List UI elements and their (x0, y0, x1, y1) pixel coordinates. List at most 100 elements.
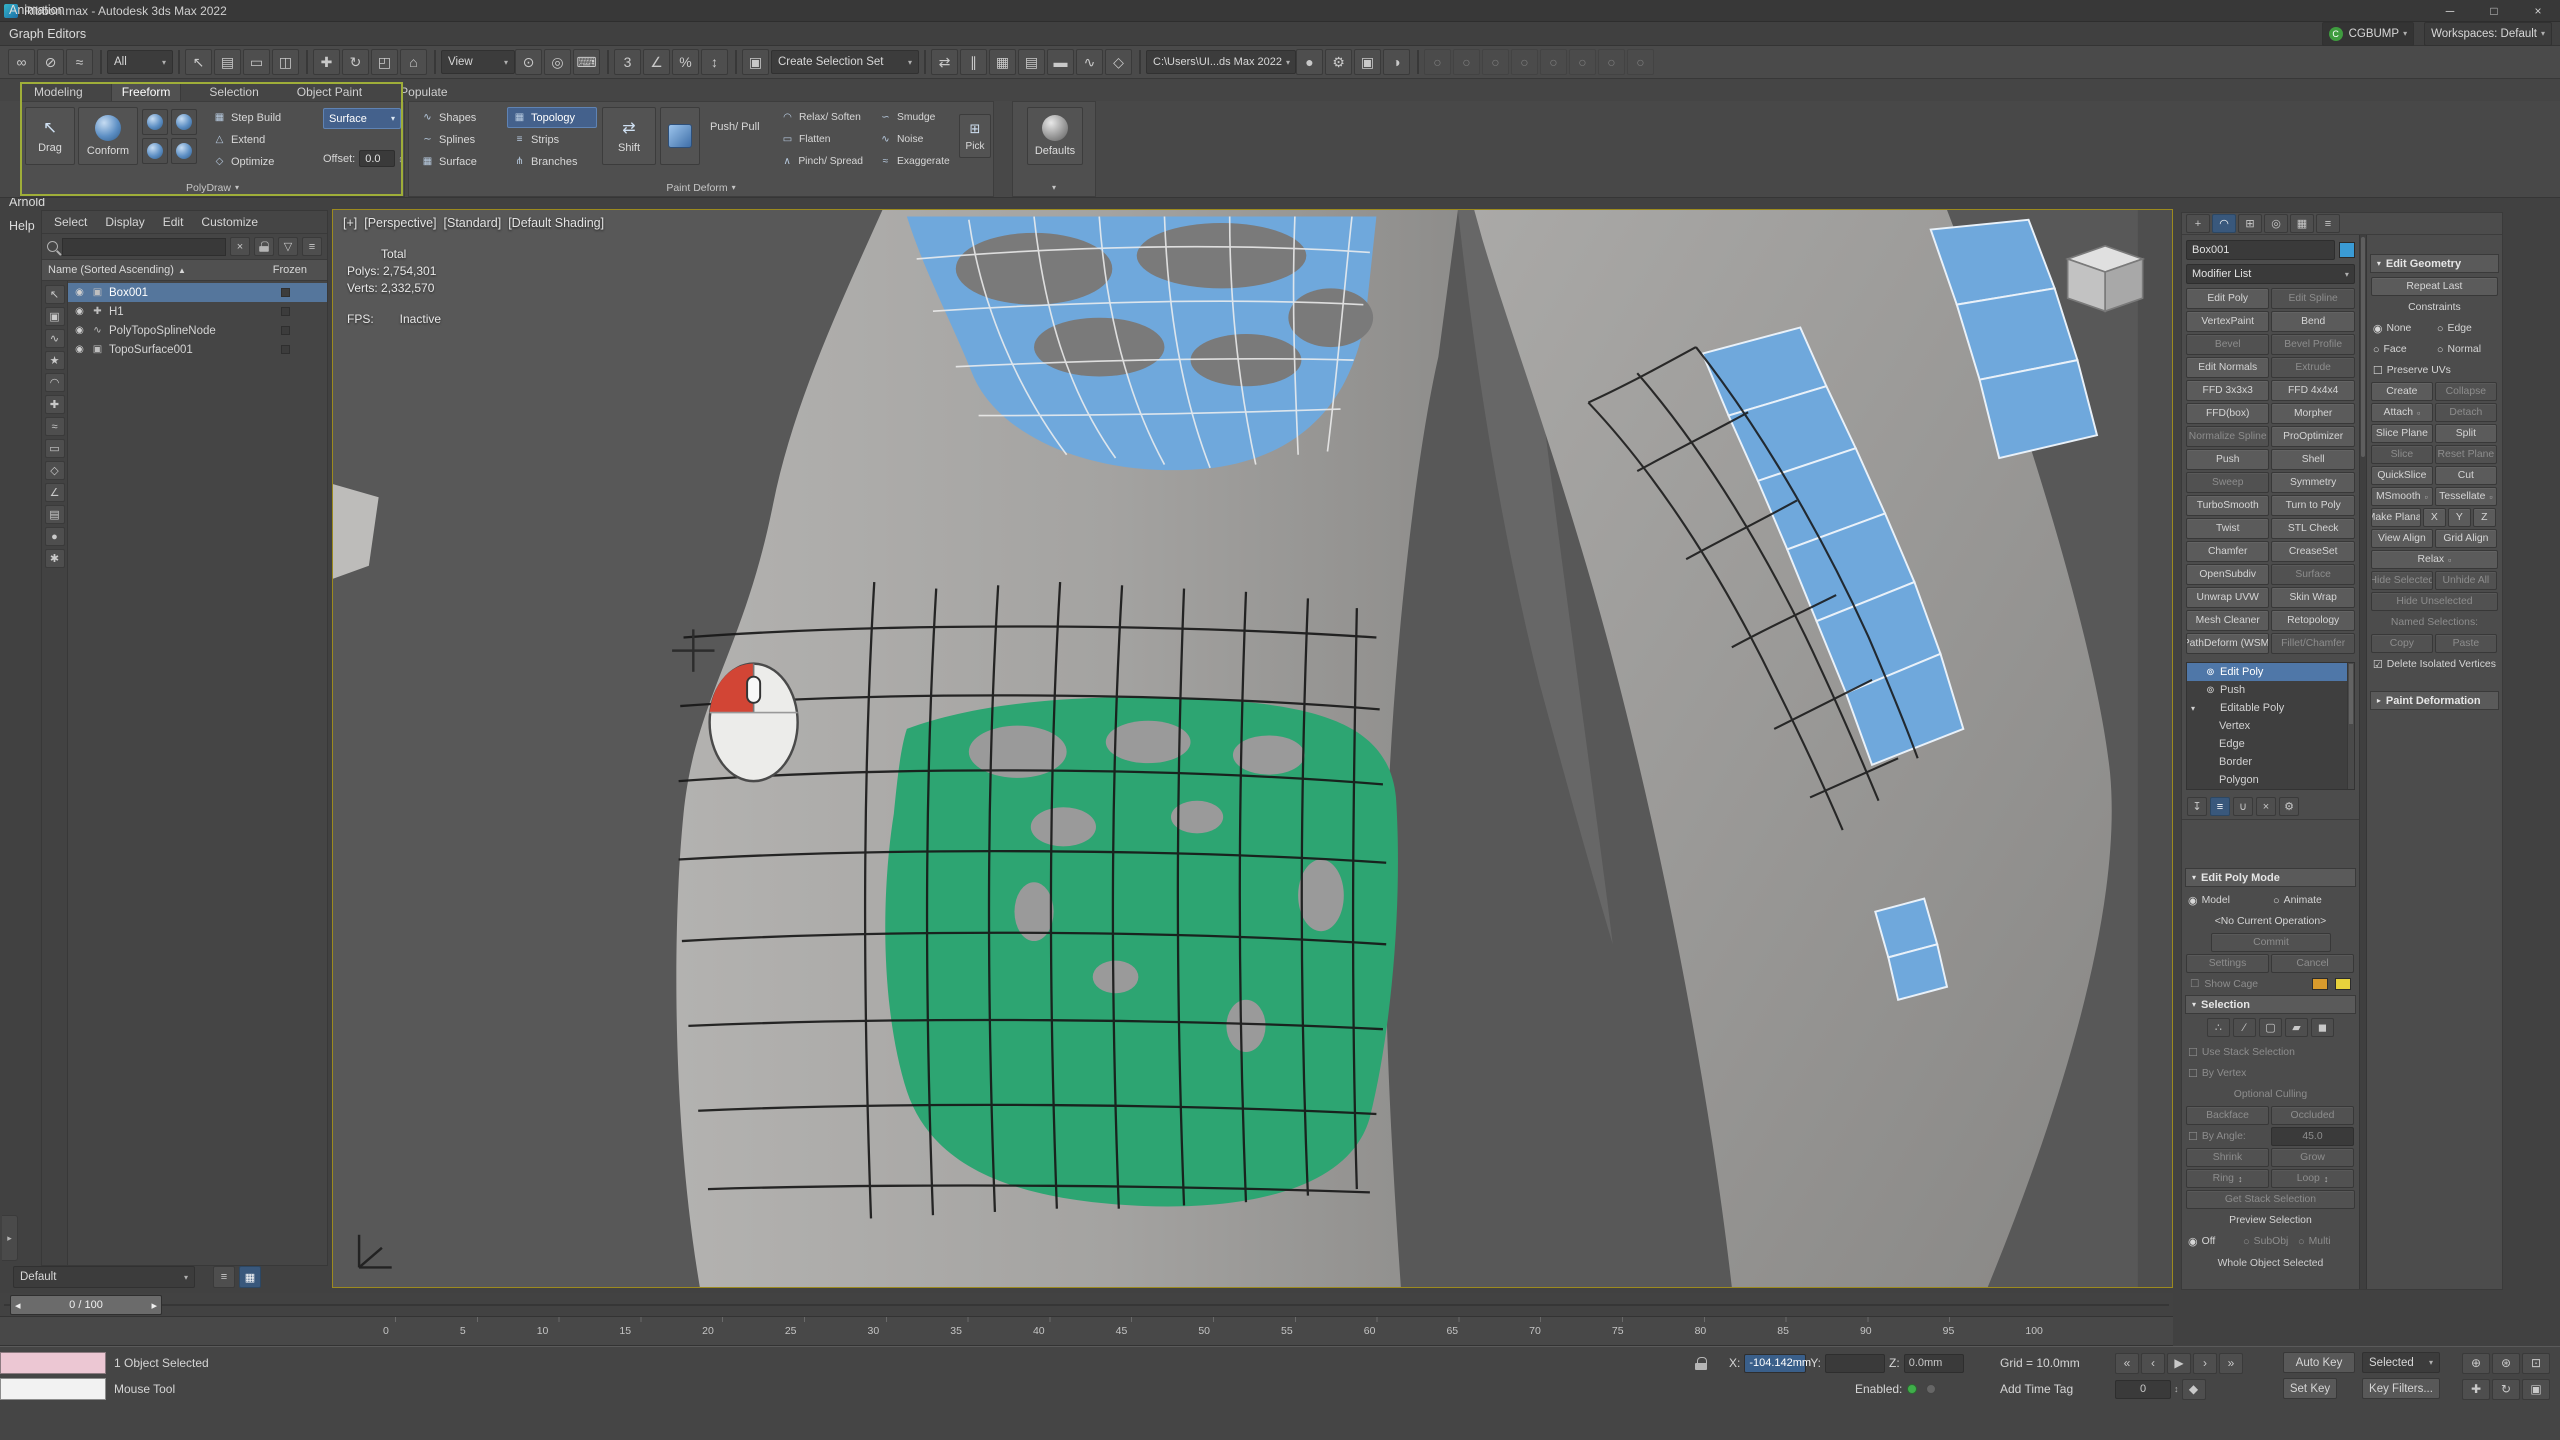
inactive-tool-icon[interactable]: ○ (1482, 49, 1509, 75)
scene-explorer-shortcut-icon[interactable]: ▦ (239, 1266, 261, 1288)
optimize-button[interactable]: ◇ Optimize (207, 151, 319, 172)
edit-geometry-control[interactable]: View Align (2371, 529, 2433, 548)
inactive-tool-icon[interactable]: ○ (1540, 49, 1567, 75)
display-geometry-icon[interactable]: ▣ (45, 307, 65, 326)
y-coordinate-field[interactable] (1825, 1354, 1885, 1373)
scene-explorer-menu[interactable]: Display (97, 215, 152, 229)
selection-control[interactable]: Preview Selection (2186, 1211, 2355, 1230)
maximize-viewport-icon[interactable]: ▣ (2522, 1379, 2550, 1400)
account-menu[interactable]: C CGBUMP ▾ (2322, 22, 2415, 46)
next-key-icon[interactable]: ▸ (151, 1299, 157, 1312)
inactive-tool-icon[interactable]: ○ (1569, 49, 1596, 75)
select-by-name-icon[interactable]: ▤ (214, 49, 241, 75)
selection-control[interactable]: Get Stack Selection (2186, 1190, 2355, 1209)
conform-button[interactable]: Conform (78, 107, 138, 165)
current-layer-dropdown[interactable]: Default ▾ (13, 1266, 195, 1288)
splines-button[interactable]: ∼ Splines (415, 129, 503, 150)
edit-geometry-control[interactable]: Tessellate (2435, 487, 2497, 506)
edit-geometry-control[interactable]: X (2423, 508, 2446, 527)
shapes-button[interactable]: ∿ Shapes (415, 107, 503, 128)
edit-named-selection-sets-icon[interactable]: ▣ (742, 49, 769, 75)
explorer-options-icon[interactable]: ≡ (302, 237, 322, 256)
inactive-tool-icon[interactable]: ○ (1627, 49, 1654, 75)
track-bar[interactable]: 0510152025303540455055606570758085909510… (0, 1317, 2173, 1346)
window-crossing-icon[interactable]: ◫ (272, 49, 299, 75)
zoom-extents-icon[interactable]: ⊡ (2522, 1353, 2550, 1374)
align-icon[interactable]: ∥ (960, 49, 987, 75)
modifier-button[interactable]: FFD 4x4x4 (2271, 380, 2354, 401)
key-filter-scope-dropdown[interactable]: Selected ▾ (2362, 1352, 2440, 1373)
ribbon-tab[interactable]: Object Paint (287, 83, 372, 101)
scene-object-row[interactable]: ◉ ▣ TopoSurface001 (68, 340, 327, 359)
schematic-view-icon[interactable]: ◇ (1105, 49, 1132, 75)
topology-button[interactable]: ▦ Topology (507, 107, 597, 128)
viewport-label-segment[interactable]: [Perspective] (364, 216, 436, 230)
pinch-spread-button[interactable]: ∧ Pinch/ Spread (775, 151, 869, 172)
edit-geometry-control[interactable]: Attach (2371, 403, 2433, 422)
modifier-button[interactable]: Retopology (2271, 610, 2354, 631)
push-pull-button[interactable] (660, 107, 700, 165)
modifier-button[interactable]: Surface (2271, 564, 2354, 585)
defaults-panel-label[interactable]: ▾ (1013, 180, 1095, 195)
edit-geometry-control[interactable]: Relax (2371, 550, 2498, 569)
expand-icon[interactable]: ▾ (2191, 704, 2201, 713)
rendered-frame-window-icon[interactable]: ▣ (1354, 49, 1381, 75)
visibility-icon[interactable]: ◉ (73, 287, 86, 298)
display-all-icon[interactable]: ↖ (45, 285, 65, 304)
selection-control[interactable]: ☐ By Angle: (2186, 1127, 2269, 1146)
adaptive-degradation[interactable]: Enabled: (1855, 1378, 1936, 1400)
frozen-checkbox[interactable] (281, 345, 290, 354)
modifier-button[interactable]: TurboSmooth (2186, 495, 2269, 516)
search-input[interactable] (62, 238, 226, 256)
use-pivot-center-icon[interactable]: ⊙ (515, 49, 542, 75)
zoom-icon[interactable]: ⊕ (2462, 1353, 2490, 1374)
hierarchy-tab-icon[interactable]: ⊞ (2238, 214, 2262, 233)
pan-icon[interactable]: ✚ (2462, 1379, 2490, 1400)
menu-item[interactable]: Animation (0, 0, 95, 22)
frozen-checkbox[interactable] (281, 288, 290, 297)
display-lights-icon[interactable]: ★ (45, 351, 65, 370)
view-cube[interactable] (2068, 246, 2143, 311)
viewport-canvas[interactable] (333, 210, 2172, 1287)
strips-button[interactable]: ≡ Strips (507, 129, 597, 150)
create-tab-icon[interactable]: + (2186, 214, 2210, 233)
display-materials-icon[interactable]: ● (45, 527, 65, 546)
configure-modifier-sets-icon[interactable]: ⚙ (2279, 797, 2299, 816)
modifier-stack-row[interactable]: ▾ ⊚ Editable Poly (2187, 699, 2354, 717)
selection-control[interactable]: 45.0 (2271, 1127, 2354, 1146)
display-tab-icon[interactable]: ▦ (2290, 214, 2314, 233)
modifier-button[interactable]: FFD 3x3x3 (2186, 380, 2269, 401)
polydraw-panel-label[interactable]: PolyDraw ▾ (21, 180, 404, 195)
drag-button[interactable]: ↖ Drag (25, 107, 75, 165)
modifier-button[interactable]: FFD(box) (2186, 403, 2269, 424)
frozen-column-header[interactable]: Frozen (273, 264, 307, 276)
selection-filter-dropdown[interactable]: All ▾ (107, 50, 173, 74)
show-cage-control[interactable]: ☐ Show Cage (2182, 976, 2359, 992)
select-and-scale-icon[interactable]: ◰ (371, 49, 398, 75)
shift-button[interactable]: ⇄ Shift (602, 107, 656, 165)
select-and-rotate-icon[interactable]: ↻ (342, 49, 369, 75)
edge-icon[interactable]: ∕ (2233, 1018, 2256, 1037)
modifier-button[interactable]: Unwrap UVW (2186, 587, 2269, 608)
scene-object-row[interactable]: ◉ ▣ Box001 (68, 283, 327, 302)
modifier-stack-row[interactable]: ▾ ⊚ Edge (2187, 735, 2354, 753)
modifier-button[interactable]: Skin Wrap (2271, 587, 2354, 608)
viewport[interactable]: [+][Perspective][Standard][Default Shadi… (332, 209, 2173, 1288)
conform-rotate-brush-icon[interactable] (171, 109, 197, 135)
modifier-button[interactable]: Shell (2271, 449, 2354, 470)
select-and-link-icon[interactable]: ∞ (8, 49, 35, 75)
scene-explorer-menu[interactable]: Select (46, 215, 95, 229)
scene-explorer-toggle-icon[interactable]: ▦ (989, 49, 1016, 75)
make-unique-icon[interactable]: ∪ (2233, 797, 2253, 816)
object-name-field[interactable]: Box001 (2186, 240, 2335, 260)
selection-region-icon[interactable]: ▭ (243, 49, 270, 75)
minimize-button[interactable]: ─ (2428, 0, 2472, 21)
offset-spinner[interactable]: 0.0 (359, 150, 394, 167)
edit-geometry-control[interactable]: Z (2473, 508, 2496, 527)
render-setup-icon[interactable]: ⚙ (1325, 49, 1352, 75)
named-selection-set-dropdown[interactable]: Create Selection Set ▾ (771, 50, 919, 74)
key-mode-toggle-icon[interactable]: ◆ (2182, 1379, 2206, 1400)
element-icon[interactable]: ◼ (2311, 1018, 2334, 1037)
ribbon-tab[interactable]: Populate (390, 83, 457, 101)
edit-geometry-control[interactable]: Hide Unselected (2371, 592, 2498, 611)
